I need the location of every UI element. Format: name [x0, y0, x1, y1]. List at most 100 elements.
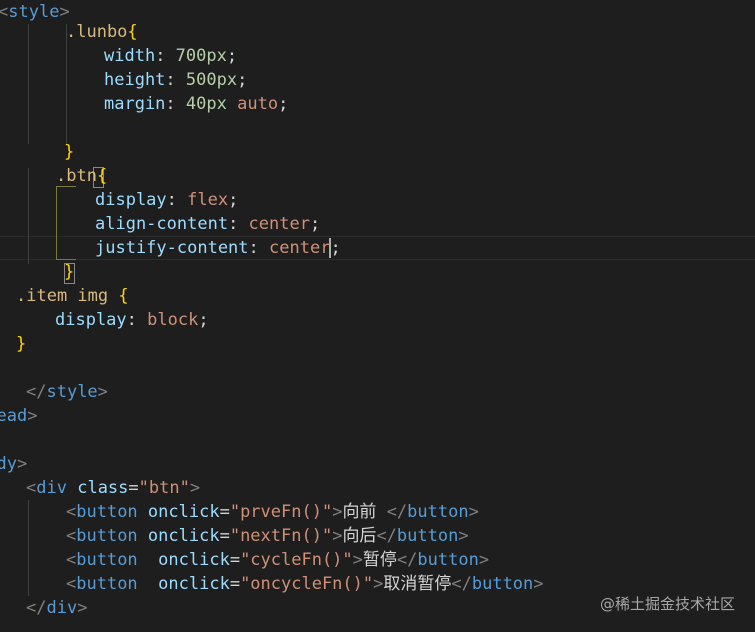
- code-token: 40px: [185, 94, 227, 114]
- code-line[interactable]: <style>: [0, 0, 70, 24]
- code-token: <: [66, 550, 77, 570]
- code-token: .lunbo: [66, 22, 128, 42]
- code-token: >: [468, 502, 479, 522]
- code-line[interactable]: <button onclick="cycleFn()">暂停</button>: [66, 548, 489, 572]
- code-token: >: [478, 550, 490, 570]
- code-token: display: [95, 190, 167, 210]
- code-token: flex: [187, 190, 229, 210]
- code-token: button: [76, 550, 138, 570]
- code-line[interactable]: <button onclick="oncycleFn()">取消暂停</butt…: [66, 572, 544, 596]
- code-token: =: [219, 526, 230, 546]
- code-token: </: [396, 550, 418, 570]
- code-line[interactable]: /head>: [0, 404, 37, 428]
- code-token: body: [0, 454, 17, 474]
- code-token: }: [16, 334, 27, 354]
- code-token: height: [104, 70, 166, 90]
- code-token: /head: [0, 406, 28, 426]
- code-token: button: [76, 526, 138, 546]
- code-token: :: [228, 214, 249, 234]
- code-editor[interactable]: <style> .lunbo{width: 700px; height: 500px…: [0, 0, 755, 632]
- code-line[interactable]: display: flex;: [95, 188, 238, 212]
- code-line[interactable]: .lunbo{: [66, 20, 138, 44]
- code-line[interactable]: }: [64, 140, 74, 164]
- code-token: >: [77, 598, 88, 618]
- code-token: 500px: [185, 70, 238, 90]
- code-token: "nextFn()": [229, 526, 333, 546]
- code-token: >: [59, 2, 70, 22]
- code-line[interactable]: body>: [0, 452, 27, 476]
- code-token: <: [26, 478, 37, 498]
- code-token: 暂停: [362, 550, 397, 570]
- code-token: onclick: [147, 526, 220, 546]
- code-token: onclick: [158, 574, 230, 594]
- code-line[interactable]: display: block;: [55, 308, 209, 332]
- code-token: 向后: [342, 526, 377, 546]
- code-line[interactable]: <button onclick="nextFn()">向后</button>: [66, 524, 469, 548]
- code-token: onclick: [147, 502, 220, 522]
- code-token: button: [471, 574, 534, 594]
- code-token: {: [96, 166, 108, 186]
- code-token: >: [27, 406, 38, 426]
- code-token: :: [166, 190, 188, 210]
- code-token: </: [386, 502, 408, 522]
- code-token: ;: [228, 190, 239, 210]
- code-line[interactable]: width: 700px;: [104, 44, 237, 68]
- code-token: auto: [237, 94, 279, 114]
- code-token: button: [417, 550, 479, 570]
- code-token: onclick: [158, 550, 230, 570]
- indent-guide: [28, 24, 29, 144]
- indent-guide: [28, 168, 29, 264]
- code-token: <: [66, 502, 77, 522]
- code-token: {: [127, 22, 138, 42]
- code-token: justify-content: [95, 238, 249, 258]
- code-token: center: [248, 214, 310, 234]
- code-token: class: [77, 478, 129, 498]
- code-token: >: [458, 526, 469, 546]
- code-token: "prveFn()": [229, 502, 333, 522]
- code-token: =: [219, 502, 230, 522]
- code-token: button: [76, 574, 138, 594]
- code-token: ;: [198, 310, 209, 330]
- code-token: style: [8, 2, 60, 22]
- code-token: =: [229, 550, 241, 570]
- code-token: :: [165, 70, 186, 90]
- code-token: <: [0, 2, 9, 22]
- code-token: ;: [237, 70, 248, 90]
- code-line[interactable]: align-content: center;: [95, 212, 320, 236]
- code-line[interactable]: justify-content: center;: [95, 236, 341, 260]
- indent-guide: [28, 500, 29, 596]
- code-token: .item img: [16, 286, 119, 306]
- code-token: 取消暂停: [383, 574, 452, 594]
- code-line[interactable]: <button onclick="prveFn()">向前 </button>: [66, 500, 479, 524]
- code-token: style: [46, 382, 98, 402]
- code-line[interactable]: <div class="btn">: [26, 476, 200, 500]
- code-token: div: [46, 598, 78, 618]
- code-line[interactable]: </div>: [26, 596, 87, 620]
- code-line[interactable]: .btn{: [56, 164, 107, 188]
- code-token: align-content: [95, 214, 229, 234]
- code-line[interactable]: height: 500px;: [104, 68, 247, 92]
- watermark: @稀土掘金技术社区: [599, 595, 735, 613]
- code-token: >: [533, 574, 544, 594]
- code-token: <: [66, 526, 77, 546]
- code-token: "btn": [138, 478, 190, 498]
- code-line[interactable]: }: [64, 260, 74, 284]
- code-token: center: [269, 238, 331, 258]
- code-token: ;: [278, 94, 289, 114]
- code-token: ;: [226, 46, 238, 66]
- code-line[interactable]: </style>: [26, 380, 108, 404]
- code-line[interactable]: }: [16, 332, 26, 356]
- code-token: "oncycleFn()": [240, 574, 374, 594]
- code-token: 向前: [342, 502, 387, 522]
- code-token: ;: [330, 238, 341, 258]
- code-token: :: [126, 310, 148, 330]
- code-line[interactable]: margin: 40px auto;: [104, 92, 288, 116]
- code-line[interactable]: .item img {: [16, 284, 129, 308]
- code-token: >: [97, 382, 108, 402]
